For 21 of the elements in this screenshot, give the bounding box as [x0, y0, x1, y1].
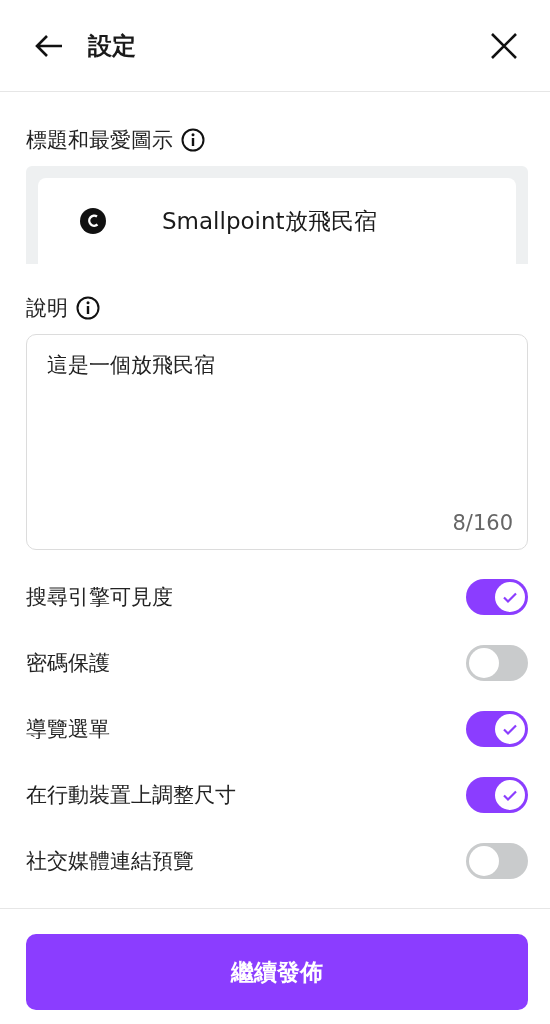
info-icon[interactable] [76, 296, 100, 320]
setting-label: 搜尋引擎可見度 [26, 584, 173, 611]
description-input[interactable]: 這是一個放飛民宿 [47, 351, 513, 511]
char-counter: 8/160 [452, 511, 513, 535]
info-icon[interactable] [181, 128, 205, 152]
toggle-switch[interactable] [466, 645, 528, 681]
setting-label: 密碼保護 [26, 650, 110, 677]
toggle-switch[interactable] [466, 843, 528, 879]
toggle-switch[interactable] [466, 711, 528, 747]
toggle-switch[interactable] [466, 777, 528, 813]
publish-button[interactable]: 繼續發佈 [26, 934, 528, 1010]
page-title: 設定 [88, 30, 137, 62]
section-label: 標題和最愛圖示 [26, 127, 173, 154]
setting-label: 導覽選單 [26, 716, 110, 743]
site-title: Smallpoint放飛民宿 [162, 206, 377, 236]
toggle-switch[interactable] [466, 579, 528, 615]
description-field[interactable]: 這是一個放飛民宿 8/160 [26, 334, 528, 550]
section-label: 說明 [26, 295, 68, 322]
setting-label: 社交媒體連結預覽 [26, 848, 194, 875]
setting-label: 在行動裝置上調整尺寸 [26, 782, 236, 809]
logo-icon [80, 208, 106, 234]
